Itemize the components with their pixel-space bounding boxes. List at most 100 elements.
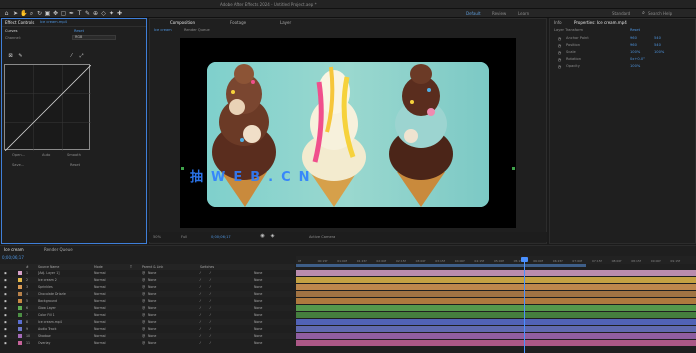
active-camera-value[interactable]: Active Camera — [309, 235, 335, 239]
search-icon[interactable]: ⌕ — [640, 10, 647, 17]
switch-shy-icon[interactable]: ⁄ — [200, 292, 201, 296]
mask-tool-icon[interactable]: ▢ — [60, 10, 67, 17]
curves-auto-button[interactable]: Auto — [42, 153, 50, 157]
layer-source-name[interactable]: Audio Track — [38, 327, 56, 331]
curves-open-button[interactable]: Open... — [12, 153, 25, 157]
effect-reset-link[interactable]: Reset — [74, 29, 84, 33]
selection-tool-icon[interactable]: ➤ — [12, 10, 19, 17]
switch-shy-icon[interactable]: ⁄ — [200, 299, 201, 303]
layer-duration-bar[interactable] — [296, 277, 696, 283]
left-handle[interactable] — [181, 167, 184, 170]
timeline-layer-row[interactable]: ◉ 5 Background Normal @ None ⁄ ⁄ None — [0, 298, 295, 304]
layer-source-name[interactable]: Background — [38, 299, 57, 303]
switch-fx-icon[interactable]: ⁄ — [210, 327, 211, 331]
prop-scale-x[interactable]: 100% — [630, 50, 640, 54]
stopwatch-icon[interactable]: ◷ — [556, 42, 563, 49]
workspace-review[interactable]: Review — [492, 11, 506, 16]
layer-mode[interactable]: Normal — [94, 278, 106, 282]
camera-tool-icon[interactable]: ▣ — [44, 10, 51, 17]
layer-parent[interactable]: None — [148, 341, 156, 345]
snapshot-icon[interactable]: ◉ — [259, 233, 266, 240]
clone-tool-icon[interactable]: ⊕ — [92, 10, 99, 17]
parent-pickwhip-icon[interactable]: @ — [142, 292, 145, 296]
stopwatch-icon[interactable]: ◷ — [556, 63, 563, 70]
footer-timecode[interactable]: 0;00;06;17 — [211, 235, 231, 239]
parent-pickwhip-icon[interactable]: @ — [142, 313, 145, 317]
layer-duration-bar[interactable] — [296, 340, 696, 346]
workspace-standard[interactable]: Standard — [612, 11, 630, 16]
tab-properties[interactable]: Properties: Ice cream.mp4 — [574, 20, 627, 25]
switch-fx-icon[interactable]: ⁄ — [210, 313, 211, 317]
layer-source-name[interactable]: Glow Layer — [38, 306, 56, 310]
prop-anchor-y[interactable]: 540 — [654, 36, 661, 40]
layer-label-color[interactable] — [18, 320, 22, 324]
layer-duration-bar[interactable] — [296, 284, 696, 290]
playhead-line[interactable] — [524, 257, 525, 353]
parent-pickwhip-icon[interactable]: @ — [142, 271, 145, 275]
switch-shy-icon[interactable]: ⁄ — [200, 341, 201, 345]
layer-duration-bar[interactable] — [296, 319, 696, 325]
timeline-layer-row[interactable]: ◉ 3 Sprinkles Normal @ None ⁄ ⁄ None — [0, 284, 295, 290]
switch-shy-icon[interactable]: ⁄ — [200, 327, 201, 331]
layer-duration-bar[interactable] — [296, 291, 696, 297]
prop-position-x[interactable]: 960 — [630, 43, 637, 47]
layer-label-color[interactable] — [18, 278, 22, 282]
layer-parent-link[interactable]: None — [254, 341, 262, 345]
timeline-layer-row[interactable]: ◉ 9 Audio Track Normal @ None ⁄ ⁄ None — [0, 326, 295, 332]
layer-parent-link[interactable]: None — [254, 285, 262, 289]
layer-mode[interactable]: Normal — [94, 313, 106, 317]
col-mode[interactable]: Mode — [94, 265, 103, 269]
color-picker-icon[interactable]: ◈ — [269, 233, 276, 240]
layer-mode[interactable]: Normal — [94, 327, 106, 331]
visibility-eye-icon[interactable]: ◉ — [4, 271, 7, 275]
layer-parent-link[interactable]: None — [254, 313, 262, 317]
layer-mode[interactable]: Normal — [94, 306, 106, 310]
curve-tool-icon[interactable]: ⊠ — [7, 53, 14, 60]
transform-reset-link[interactable]: Reset — [630, 28, 640, 32]
eraser-tool-icon[interactable]: ◇ — [100, 10, 107, 17]
resolution-value[interactable]: Full — [181, 235, 187, 239]
col-parent[interactable]: Parent & Link — [142, 265, 163, 269]
parent-pickwhip-icon[interactable]: @ — [142, 341, 145, 345]
timeline-layer-row[interactable]: ◉ 11 Overlay Normal @ None ⁄ ⁄ None — [0, 340, 295, 346]
switch-fx-icon[interactable]: ⁄ — [210, 320, 211, 324]
layer-parent[interactable]: None — [148, 327, 156, 331]
layer-parent[interactable]: None — [148, 292, 156, 296]
breadcrumb-render-queue[interactable]: Render Queue — [184, 28, 210, 32]
layer-source-name[interactable]: Sprinkles — [38, 285, 53, 289]
timeline-timecode[interactable]: 0;00;06;17 — [2, 255, 24, 260]
timeline-layer-row[interactable]: ◉ 1 [Adj. Layer 1] Normal @ None ⁄ ⁄ None — [0, 270, 295, 276]
hand-tool-icon[interactable]: ✋ — [20, 10, 27, 17]
layer-source-name[interactable]: Overlay — [38, 341, 50, 345]
workspace-default[interactable]: Default — [466, 11, 481, 16]
switch-fx-icon[interactable]: ⁄ — [210, 341, 211, 345]
layer-parent-link[interactable]: None — [254, 278, 262, 282]
tab-footage[interactable]: Footage — [230, 20, 246, 25]
work-area-bar[interactable] — [296, 264, 586, 267]
layer-duration-bar[interactable] — [296, 305, 696, 311]
col-source-name[interactable]: Source Name — [38, 265, 59, 269]
prop-position-y[interactable]: 540 — [654, 43, 661, 47]
switch-shy-icon[interactable]: ⁄ — [200, 271, 201, 275]
timeline-layer-row[interactable]: ◉ 10 Shadow Normal @ None ⁄ ⁄ None — [0, 333, 295, 339]
parent-pickwhip-icon[interactable]: @ — [142, 327, 145, 331]
playhead-handle[interactable] — [521, 257, 528, 262]
layer-mode[interactable]: Normal — [94, 320, 106, 324]
switch-fx-icon[interactable]: ⁄ — [210, 334, 211, 338]
visibility-eye-icon[interactable]: ◉ — [4, 292, 7, 296]
switch-fx-icon[interactable]: ⁄ — [210, 292, 211, 296]
parent-pickwhip-icon[interactable]: @ — [142, 334, 145, 338]
prop-scale-y[interactable]: 100% — [654, 50, 664, 54]
visibility-eye-icon[interactable]: ◉ — [4, 334, 7, 338]
zoom-value[interactable]: 50% — [153, 235, 161, 239]
layer-parent-link[interactable]: None — [254, 327, 262, 331]
pen-tool-icon[interactable]: ✒ — [68, 10, 75, 17]
prop-opacity-value[interactable]: 100% — [630, 64, 640, 68]
curves-smooth-button[interactable]: Smooth — [67, 153, 81, 157]
layer-label-color[interactable] — [18, 292, 22, 296]
layer-label-color[interactable] — [18, 306, 22, 310]
curves-save-button[interactable]: Save... — [12, 163, 24, 167]
layer-parent[interactable]: None — [148, 306, 156, 310]
prop-rotation-value[interactable]: 0x+0.0° — [630, 57, 645, 61]
switch-shy-icon[interactable]: ⁄ — [200, 285, 201, 289]
